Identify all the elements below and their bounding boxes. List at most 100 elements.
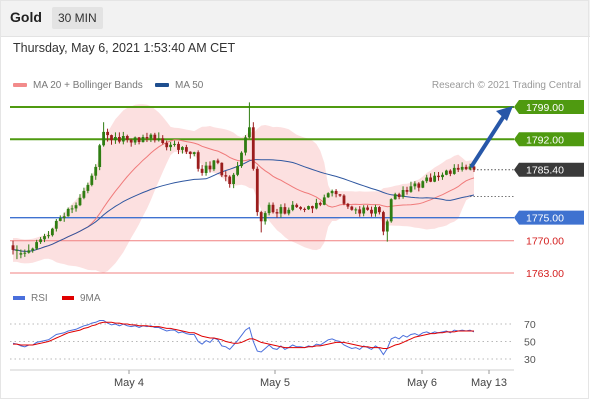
candle-body [362,207,366,214]
candle-body [66,208,70,217]
candle-body [35,242,38,249]
candle-body [114,137,117,141]
candle-body [460,166,464,170]
rsi-tick-30: 30 [524,354,536,366]
candle-body [110,135,113,141]
candle-body [248,127,251,138]
candle-body [208,165,212,170]
candle-body [54,220,58,229]
candle-body [181,147,184,150]
candle-body [259,212,263,222]
candle-body [228,176,232,184]
candle-body [200,168,204,173]
candle-body [456,167,460,170]
candle-body [315,202,318,209]
candle-body [212,160,216,170]
candle-body [39,239,42,243]
candle-body [307,206,310,210]
candle-body [464,166,468,170]
candle-body [263,213,267,222]
candle-body [303,208,306,210]
candle-body [393,194,397,200]
level-label-1799.00: 1799.00 [526,102,564,114]
level-label-1775.00: 1775.00 [526,213,564,225]
level-label-1792.00: 1792.00 [526,134,564,146]
level-label-1763.00: 1763.00 [526,268,564,280]
candle-body [232,174,235,184]
candle-body [98,145,102,167]
candle-body [102,131,105,146]
forecast-arrow-shaft [470,114,506,168]
candle-body [196,152,200,169]
candle-body [129,139,133,143]
candle-body [389,199,393,222]
candle-body [121,136,125,142]
candle-body [220,162,224,176]
candle-body [382,212,385,232]
candle-body [275,212,279,214]
candle-body [342,195,346,204]
candle-body [271,204,275,213]
candle-body [452,167,456,174]
candle-body [106,131,109,136]
candle-body [417,183,421,188]
candle-body [413,183,417,187]
candle-body [326,193,330,198]
candle-body [185,147,188,152]
candle-body [153,134,157,141]
candle-body [437,175,440,178]
candle-body [192,152,196,154]
price-chart: 1799.00 1792.00 1785.40 1775.00 1770.00 1763.… [10,100,584,389]
candle-body [51,228,54,236]
bollinger-band [13,104,474,273]
candle-body [74,205,78,209]
candle-body [58,218,62,221]
candle-body [70,208,74,210]
candle-body [15,249,19,251]
candle-body [358,209,362,214]
candle-body [157,138,161,141]
candle-body [311,206,314,209]
candle-body [224,175,228,177]
candle-body [27,250,31,253]
bollinger-band-layer [13,104,474,273]
candle-body [169,144,172,148]
candle-body [161,138,165,143]
x-tick-label: May 5 [260,377,290,389]
level-labels-layer: 1799.00 1792.00 1785.40 1775.00 1770.00 1763.… [514,100,584,280]
x-tick-label: May 13 [471,377,507,389]
x-tick-label: May 6 [407,377,437,389]
candle-body [409,186,413,192]
candle-body [397,194,401,197]
candle-body [125,136,129,140]
candle-body [366,207,369,210]
candle-body [255,168,259,213]
rsi-tick-50: 50 [524,337,536,349]
candle-body [244,137,247,153]
candle-body [43,236,46,240]
candle-body [145,137,149,139]
candle-body [141,137,145,143]
rsi-tick-70: 70 [524,319,536,331]
candle-body [137,137,141,142]
candle-body [216,160,220,163]
candle-body [267,204,271,214]
candle-body [295,204,299,208]
candle-body [334,190,338,195]
candle-body [31,248,35,251]
candle-body [23,252,27,254]
candle-body [177,143,180,150]
candle-body [165,143,169,148]
candle-body [149,134,153,139]
candle-body [370,209,373,214]
rsi-panel: 70 50 30 [10,319,536,366]
candle-body [421,181,425,188]
candle-body [445,170,448,175]
candle-body [240,152,243,167]
candle-body [378,207,381,213]
x-axis: May 4 May 5 May 6 May 13 [10,369,514,389]
candle-body [425,177,429,182]
candle-body [385,221,389,232]
candle-body [354,209,358,211]
candle-body [173,143,176,145]
